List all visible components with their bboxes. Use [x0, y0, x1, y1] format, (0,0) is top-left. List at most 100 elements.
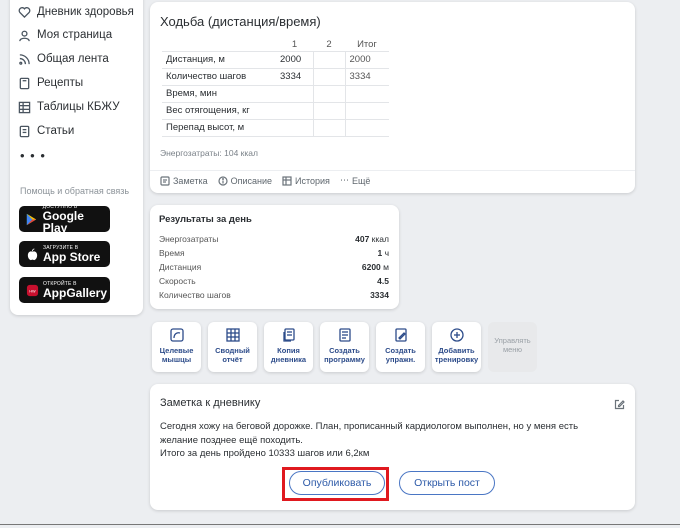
total-cell: 3334: [345, 68, 389, 86]
sidebar: Дневник здоровья Моя страница Общая лент…: [10, 0, 143, 315]
value-cell[interactable]: [313, 102, 346, 120]
sidebar-item-label: Таблицы КБЖУ: [37, 101, 120, 113]
note-title: Заметка к дневнику: [160, 397, 261, 409]
result-value: 407: [355, 234, 370, 244]
apple-icon: [25, 247, 39, 261]
history-table-icon: [282, 175, 292, 186]
table-row: Дистанция, м 2000 2000: [162, 51, 389, 69]
tile-label: Копия дневника: [270, 346, 307, 364]
target-muscles-tile[interactable]: Целевые мышцы: [152, 322, 201, 372]
description-action[interactable]: Описание: [218, 175, 272, 186]
sidebar-item-recipes[interactable]: Рецепты: [18, 73, 83, 93]
note-line: Итого за день пройдено 10333 шагов или 6…: [160, 448, 370, 459]
app-gallery-button[interactable]: HW ОТКРОЙТЕ В AppGallery: [19, 277, 110, 303]
app-store-button[interactable]: Загрузите в App Store: [19, 241, 110, 267]
open-post-button[interactable]: Открыть пост: [399, 471, 495, 495]
plus-circle-icon: [449, 328, 464, 342]
divider: [150, 170, 635, 171]
summary-report-tile[interactable]: Сводный отчёт: [208, 322, 257, 372]
table-row: Перепад высот, м: [162, 119, 389, 137]
result-key: Энергозатраты: [159, 234, 219, 244]
create-exercise-tile[interactable]: Создать упражн.: [376, 322, 425, 372]
sidebar-item-articles[interactable]: Статьи: [18, 121, 74, 141]
value-cell[interactable]: [313, 119, 346, 137]
row-label: Время, мин: [162, 85, 276, 103]
value-cell[interactable]: 2000: [276, 51, 314, 69]
value-cell[interactable]: [276, 85, 314, 103]
store-big-label: AppGallery: [43, 286, 108, 300]
tile-label: Сводный отчёт: [215, 346, 250, 364]
grid-icon: [225, 328, 240, 342]
create-program-tile[interactable]: Создать программу: [320, 322, 369, 372]
muscle-icon: [169, 328, 184, 342]
sidebar-item-label: Дневник здоровья: [37, 6, 134, 18]
tile-label: Создать программу: [324, 346, 365, 364]
value-cell[interactable]: [313, 51, 346, 69]
table-header: Итог: [345, 38, 389, 52]
exercise-table: 1 2 Итог Дистанция, м 2000 2000 Количест…: [162, 38, 389, 137]
google-play-button[interactable]: ДОСТУПНО В Google Play: [19, 204, 110, 234]
diary-note-card: Заметка к дневнику Сегодня хожу на бегов…: [150, 384, 635, 510]
result-row: Скорость 4.5: [159, 276, 389, 288]
table-header: 2: [313, 38, 345, 52]
sidebar-item-tables[interactable]: Таблицы КБЖУ: [18, 97, 120, 117]
sidebar-item-my-page[interactable]: Моя страница: [18, 25, 112, 45]
result-unit: ч: [382, 248, 389, 258]
result-key: Время: [159, 248, 185, 258]
add-workout-tile[interactable]: Добавить тренировку: [432, 322, 481, 372]
description-action-label: Описание: [230, 175, 273, 186]
note-text: Сегодня хожу на беговой дорожке. План, п…: [160, 420, 620, 461]
doc-icon: [19, 125, 30, 137]
result-key: Дистанция: [159, 262, 202, 272]
row-label: Дистанция, м: [162, 51, 276, 69]
svg-text:HW: HW: [29, 289, 36, 293]
value-cell[interactable]: [313, 85, 346, 103]
sidebar-item-feed[interactable]: Общая лента: [18, 49, 109, 69]
row-label: Вес отягощения, кг: [162, 102, 276, 120]
value-cell[interactable]: [276, 119, 314, 137]
note-line: Сегодня хожу на беговой дорожке. План, п…: [160, 421, 579, 432]
activity-card: Ходьба (дистанция/время) 1 2 Итог Дистан…: [150, 2, 635, 193]
table-row: Количество шагов 3334 3334: [162, 68, 389, 86]
more-action[interactable]: ⋯ Ещё: [340, 175, 370, 186]
table-icon: [18, 101, 31, 113]
results-title: Результаты за день: [159, 214, 252, 225]
result-row: Количество шагов 3334: [159, 290, 389, 302]
note-line: желание позднее ещё походить.: [160, 434, 303, 446]
energy-text: Энергозатраты: 104 ккал: [160, 148, 258, 158]
heart-icon: [18, 6, 31, 18]
more-action-label: Ещё: [351, 175, 371, 186]
result-row: Энергозатраты 407 ккал: [159, 234, 389, 246]
user-icon: [19, 30, 30, 41]
result-row: Дистанция 6200 м: [159, 262, 389, 274]
result-value: 3334: [370, 290, 389, 300]
tile-label: Создать упражн.: [385, 346, 416, 364]
sidebar-item-health-diary[interactable]: Дневник здоровья: [18, 2, 134, 22]
pencil-icon: [394, 328, 407, 342]
tile-label: Целевые мышцы: [159, 346, 194, 364]
sidebar-item-label: Общая лента: [37, 53, 109, 65]
program-icon: [338, 328, 351, 342]
activity-title: Ходьба (дистанция/время): [160, 14, 321, 29]
result-key: Скорость: [159, 276, 196, 286]
edit-icon[interactable]: [614, 397, 625, 410]
more-icon[interactable]: • • •: [20, 148, 46, 163]
huawei-icon: HW: [25, 283, 39, 297]
more-dots-icon: ⋯: [339, 175, 349, 185]
highlight-box: [282, 467, 389, 501]
value-cell[interactable]: [313, 68, 346, 86]
total-cell: [345, 102, 389, 120]
help-link[interactable]: Помощь и обратная связь: [20, 186, 129, 196]
copy-diary-tile[interactable]: Копия дневника: [264, 322, 313, 372]
manage-menu-tile[interactable]: Управлять меню: [488, 322, 537, 372]
note-action[interactable]: Заметка: [160, 175, 208, 186]
value-cell[interactable]: 3334: [276, 68, 314, 86]
value-cell[interactable]: [276, 102, 314, 120]
result-row: Время 1 ч: [159, 248, 389, 260]
total-cell: 2000: [345, 51, 389, 69]
row-label: Перепад высот, м: [162, 119, 276, 137]
history-action[interactable]: История: [282, 175, 330, 186]
total-cell: [345, 85, 389, 103]
rss-icon: [19, 53, 30, 65]
row-label: Количество шагов: [162, 68, 276, 86]
